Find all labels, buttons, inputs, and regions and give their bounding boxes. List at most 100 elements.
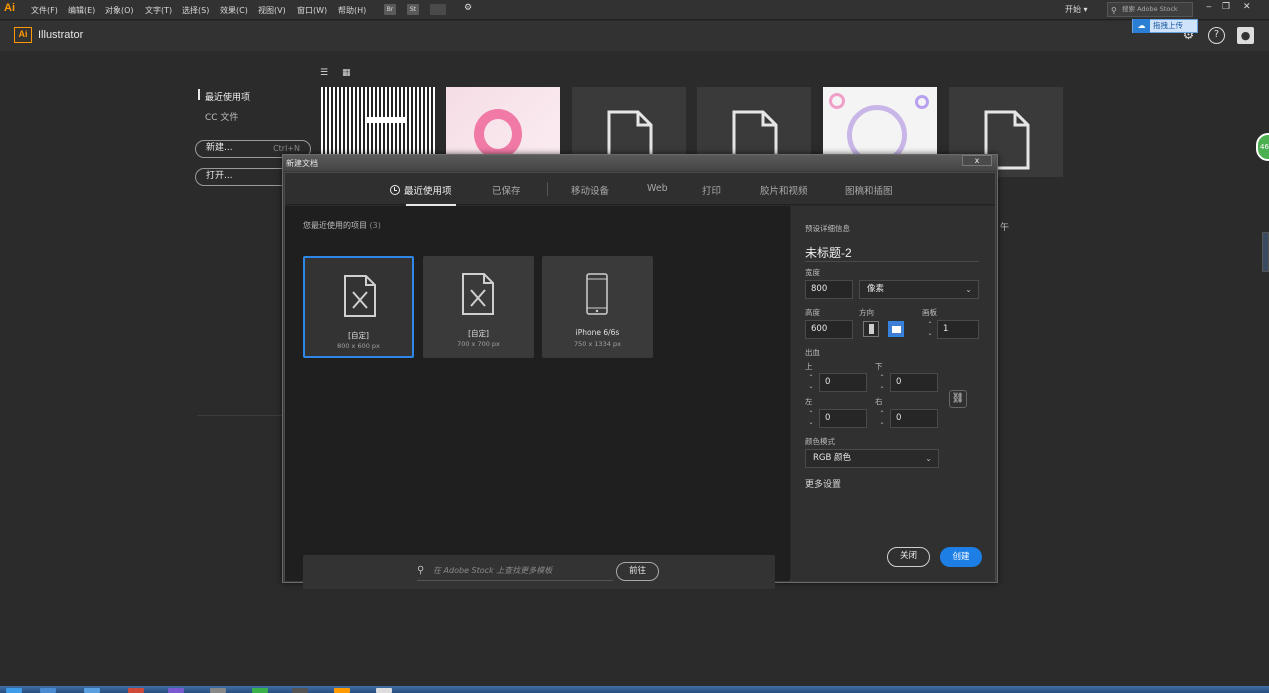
width-input[interactable]: 800	[805, 280, 853, 299]
preset-card[interactable]: iPhone 6/6s 750 x 1334 px	[542, 256, 653, 358]
height-label: 高度	[805, 308, 820, 317]
list-view-icon[interactable]: ☰	[320, 68, 328, 78]
stock-template-input[interactable]: ⚲ 在 Adobe Stock 上查找更多模板	[417, 563, 613, 581]
bleed-left-label: 左	[805, 397, 813, 406]
workspace-switcher[interactable]: 开始 ▾	[1061, 2, 1103, 17]
menu-edit[interactable]: 编辑(E)	[68, 5, 95, 16]
dialog-title: 新建文档	[286, 159, 318, 168]
taskbar-illustrator-icon[interactable]	[334, 688, 350, 693]
dialog-close-icon[interactable]: x	[962, 155, 992, 166]
bleed-top-input[interactable]: 0	[819, 373, 867, 392]
tab-saved[interactable]: 已保存	[492, 183, 521, 197]
height-input[interactable]: 600	[805, 320, 853, 339]
menu-view[interactable]: 视图(V)	[258, 5, 286, 16]
file-time-fragment: 午	[1000, 223, 1010, 233]
arrange-documents-icon[interactable]	[430, 4, 446, 15]
taskbar-app-icon[interactable]	[210, 688, 226, 693]
menu-object[interactable]: 对象(O)	[105, 5, 134, 16]
artboards-input[interactable]: 1	[937, 320, 979, 339]
nav-recent[interactable]: 最近使用项	[205, 90, 250, 103]
taskbar-app-icon[interactable]	[84, 688, 100, 693]
preset-details-heading: 预设详细信息	[805, 224, 850, 233]
recent-presets-title: 您最近使用的项目	[303, 221, 367, 230]
drag-upload-button[interactable]: ☁ 拖拽上传	[1132, 19, 1198, 33]
bleed-bottom-stepper-icon[interactable]: ⌃ ⌄	[877, 373, 887, 392]
recent-presets-count: (3)	[369, 221, 381, 230]
bleed-right-stepper-icon[interactable]: ⌃ ⌄	[877, 409, 887, 428]
go-button[interactable]: 前往	[616, 562, 659, 581]
bleed-left-stepper-icon[interactable]: ⌃ ⌄	[806, 409, 816, 428]
document-name-input[interactable]: 未标题-2	[805, 244, 979, 262]
bridge-icon[interactable]: Br	[384, 4, 396, 15]
menu-select[interactable]: 选择(S)	[182, 5, 209, 16]
nav-cc-files[interactable]: CC 文件	[205, 110, 238, 123]
color-mode-value: RGB 颜色	[813, 453, 852, 463]
portrait-orientation-icon[interactable]	[863, 321, 879, 337]
color-mode-select[interactable]: RGB 颜色 ⌄	[805, 449, 939, 468]
app-logo-icon: Ai	[4, 2, 15, 14]
taskbar-app-icon[interactable]	[376, 688, 392, 693]
bleed-bottom-input[interactable]: 0	[890, 373, 938, 392]
restore-icon[interactable]: ❐	[1222, 2, 1230, 12]
artboards-stepper-icon[interactable]: ⌃ ⌄	[925, 320, 935, 339]
taskbar-app-icon[interactable]	[252, 688, 268, 693]
taskbar-app-icon[interactable]	[128, 688, 144, 693]
workspace-label: 开始	[1065, 5, 1081, 14]
landscape-orientation-icon[interactable]	[888, 321, 904, 337]
help-icon[interactable]: ?	[1208, 27, 1225, 44]
recent-presets-heading: 您最近使用的项目 (3)	[303, 220, 381, 231]
bleed-right-input[interactable]: 0	[890, 409, 938, 428]
phone-icon	[586, 273, 608, 315]
menu-help[interactable]: 帮助(H)	[338, 5, 366, 16]
stock-search-input[interactable]: ⚲ 搜索 Adobe Stock	[1107, 2, 1193, 17]
gpu-performance-icon[interactable]: ⚙	[464, 3, 472, 13]
more-settings-link[interactable]: 更多设置	[805, 477, 841, 490]
side-panel-tab[interactable]	[1262, 232, 1269, 272]
close-icon[interactable]: ✕	[1243, 2, 1251, 12]
unit-select[interactable]: 像素 ⌄	[859, 280, 979, 299]
preset-card[interactable]: [自定] 700 x 700 px	[423, 256, 534, 358]
presets-pane: 您最近使用的项目 (3) [自定] 800 x 600 px [自定] 700 …	[285, 206, 790, 589]
minimize-icon[interactable]: ‒	[1206, 2, 1212, 12]
user-avatar-icon[interactable]: ●	[1237, 27, 1254, 44]
color-mode-label: 颜色模式	[805, 437, 835, 446]
tab-mobile[interactable]: 移动设备	[571, 183, 609, 197]
new-file-label: 新建...	[206, 143, 233, 153]
open-file-label: 打开...	[206, 171, 233, 181]
search-icon: ⚲	[417, 565, 425, 576]
chevron-down-icon: ⌄	[965, 285, 972, 294]
tab-print[interactable]: 打印	[702, 183, 721, 197]
taskbar-app-icon[interactable]	[40, 688, 56, 693]
bleed-right-label: 右	[875, 397, 883, 406]
start-button-icon[interactable]	[6, 688, 22, 693]
notification-badge[interactable]: 46	[1256, 133, 1269, 161]
tab-recent[interactable]: 最近使用项	[390, 183, 452, 197]
artboards-label: 画板	[922, 308, 937, 317]
menu-type[interactable]: 文字(T)	[145, 5, 172, 16]
dialog-titlebar[interactable]: 新建文档 x	[283, 155, 997, 171]
unit-value: 像素	[867, 284, 885, 294]
tab-recent-label: 最近使用项	[404, 186, 452, 197]
new-document-dialog: 新建文档 x 最近使用项 已保存 移动设备 Web 打印 胶片和视频 图稿和插图…	[282, 154, 998, 589]
preset-name: [自定]	[468, 329, 489, 338]
grid-view-icon[interactable]: ▦	[342, 68, 351, 78]
preset-card[interactable]: [自定] 800 x 600 px	[303, 256, 414, 358]
bleed-label: 出血	[805, 348, 820, 357]
taskbar-app-icon[interactable]	[292, 688, 308, 693]
menu-file[interactable]: 文件(F)	[31, 5, 58, 16]
preset-size: 800 x 600 px	[337, 342, 380, 350]
link-bleed-icon[interactable]: ⛓	[949, 390, 967, 408]
tab-web[interactable]: Web	[647, 183, 668, 194]
menu-window[interactable]: 窗口(W)	[297, 5, 327, 16]
taskbar	[0, 686, 1269, 693]
orientation-label: 方向	[859, 308, 874, 317]
menu-effect[interactable]: 效果(C)	[220, 5, 248, 16]
bleed-left-input[interactable]: 0	[819, 409, 867, 428]
taskbar-app-icon[interactable]	[168, 688, 184, 693]
create-button[interactable]: 创建	[940, 547, 982, 567]
bleed-top-stepper-icon[interactable]: ⌃ ⌄	[806, 373, 816, 392]
tab-art-illustration[interactable]: 图稿和插图	[845, 183, 893, 197]
close-button[interactable]: 关闭	[887, 547, 930, 567]
tab-film-video[interactable]: 胶片和视频	[760, 183, 808, 197]
stock-icon[interactable]: St	[407, 4, 419, 15]
